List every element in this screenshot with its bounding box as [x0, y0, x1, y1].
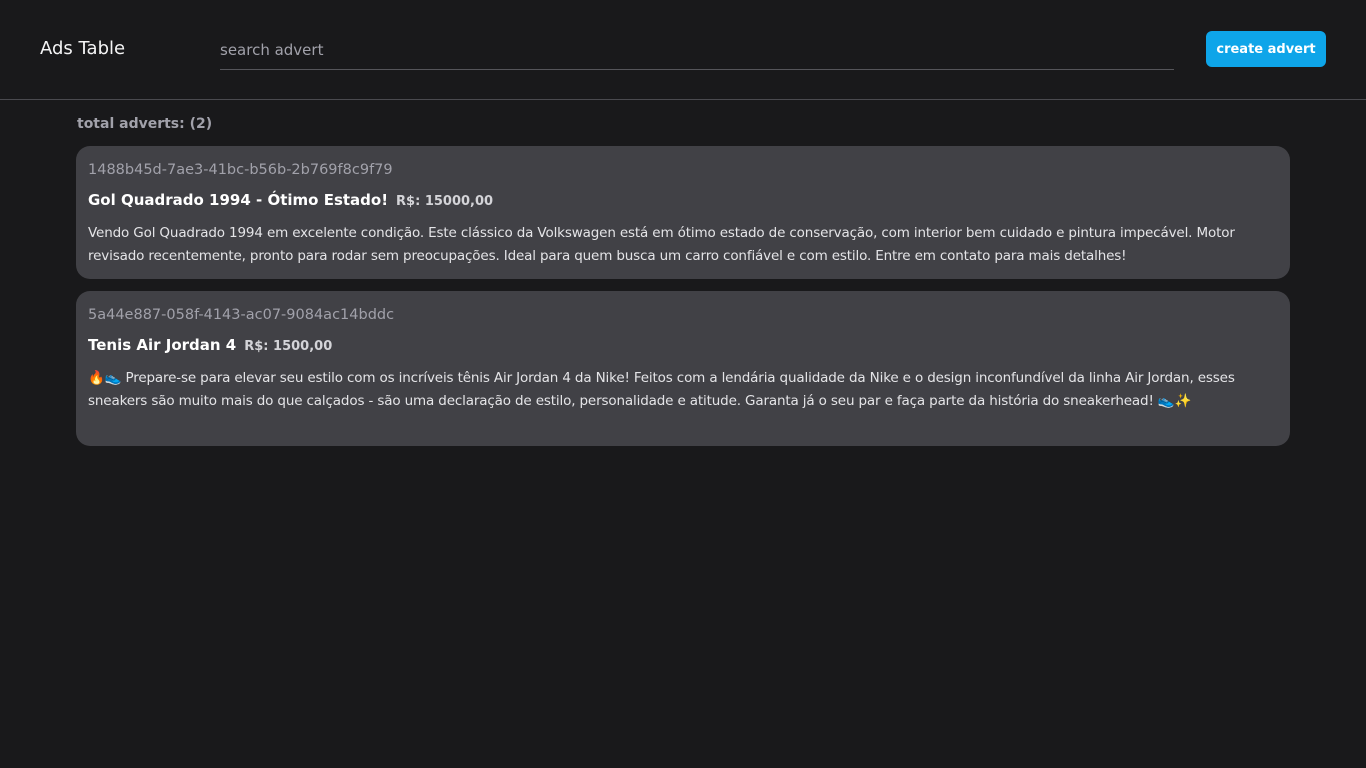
- total-adverts-label: total adverts: (2): [77, 116, 213, 132]
- advert-title: Gol Quadrado 1994 - Ótimo Estado!: [88, 191, 389, 209]
- advert-price: R$: 15000,00: [396, 194, 494, 209]
- advert-description: Vendo Gol Quadrado 1994 em excelente con…: [88, 225, 1235, 264]
- app-title: Ads Table: [40, 38, 126, 59]
- advert-title: Tenis Air Jordan 4: [88, 336, 237, 354]
- advert-header: Gol Quadrado 1994 - Ótimo Estado! R$: 15…: [88, 191, 1278, 213]
- create-advert-button[interactable]: create advert: [1206, 31, 1326, 67]
- advert-card[interactable]: 5a44e887-058f-4143-ac07-9084ac14bddc Ten…: [76, 291, 1290, 446]
- advert-price: R$: 1500,00: [244, 339, 333, 354]
- advert-id: 5a44e887-058f-4143-ac07-9084ac14bddc: [88, 307, 395, 323]
- advert-card[interactable]: 1488b45d-7ae3-41bc-b56b-2b769f8c9f79 Gol…: [76, 146, 1290, 279]
- app-header: Ads Table create advert: [0, 0, 1366, 100]
- advert-id: 1488b45d-7ae3-41bc-b56b-2b769f8c9f79: [88, 162, 393, 178]
- advert-description: 🔥👟 Prepare-se para elevar seu estilo com…: [88, 370, 1235, 409]
- advert-header: Tenis Air Jordan 4 R$: 1500,00: [88, 336, 1278, 358]
- search-input[interactable]: [220, 30, 1174, 70]
